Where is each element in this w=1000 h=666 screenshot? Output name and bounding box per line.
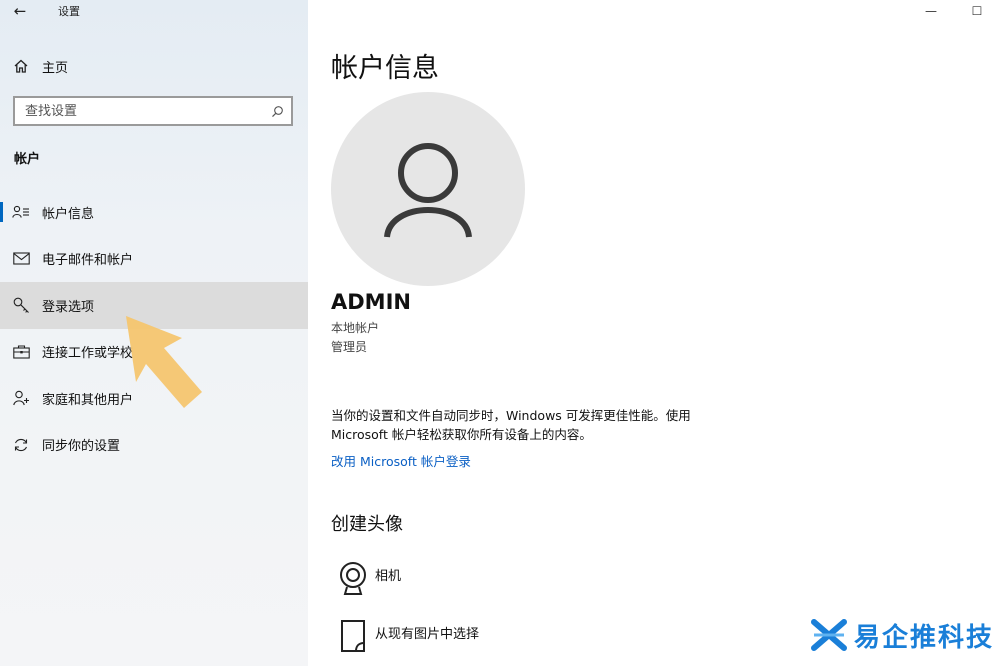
account-info-icon	[0, 205, 42, 219]
search-input[interactable]	[25, 103, 263, 119]
switch-to-microsoft-account-link[interactable]: 改用 Microsoft 帐户登录	[331, 451, 471, 470]
sidebar-item-label: 登录选项	[42, 299, 95, 315]
back-button[interactable]: ←	[0, 0, 40, 22]
create-avatar-title: 创建头像	[331, 514, 403, 535]
sidebar-item-label: 同步你的设置	[42, 439, 121, 455]
search-box[interactable]	[13, 96, 293, 126]
mail-icon	[0, 252, 42, 265]
home-icon	[0, 58, 42, 74]
pointer-arrow-icon	[126, 316, 202, 408]
sidebar-item-account-info[interactable]: 帐户信息	[0, 189, 308, 236]
window-controls: — ☐	[908, 0, 1000, 22]
sidebar-item-email[interactable]: 电子邮件和帐户	[0, 236, 308, 283]
sidebar-item-home[interactable]: 主页	[0, 52, 308, 80]
description-line: Microsoft 帐户轻松获取你所有设备上的内容。	[331, 427, 592, 442]
section-title: 帐户	[14, 152, 41, 167]
page-title: 帐户信息	[331, 53, 439, 84]
user-role: 管理员	[331, 340, 368, 354]
watermark-logo-icon	[811, 619, 847, 651]
minimize-button[interactable]: —	[908, 0, 954, 22]
picture-file-icon	[331, 619, 375, 653]
camera-icon	[331, 561, 375, 597]
sidebar-item-sync[interactable]: 同步你的设置	[0, 422, 308, 469]
watermark-text: 易企推科技	[854, 622, 995, 653]
titlebar-left: ← 设置	[0, 0, 308, 22]
add-user-icon	[0, 390, 42, 406]
maximize-icon: ☐	[971, 4, 983, 18]
sync-description: 当你的设置和文件自动同步时，Windows 可发挥更佳性能。使用 Microso…	[331, 406, 751, 444]
browse-picture-option[interactable]: 从现有图片中选择	[331, 619, 479, 653]
watermark: 易企推科技	[810, 616, 994, 654]
sidebar-item-label: 主页	[42, 60, 69, 76]
main-content: — ☐ 帐户信息 ADMIN 本地帐户 管理员 当你的设置和文件自动同步时，Wi…	[308, 0, 1000, 666]
user-name: ADMIN	[331, 290, 411, 314]
briefcase-icon	[0, 345, 42, 359]
camera-option[interactable]: 相机	[331, 561, 401, 597]
description-line: 当你的设置和文件自动同步时，Windows 可发挥更佳性能。使用	[331, 408, 691, 423]
user-silhouette-icon	[384, 143, 472, 238]
key-icon	[0, 297, 42, 314]
account-type: 本地帐户	[331, 321, 380, 335]
maximize-button[interactable]: ☐	[954, 0, 1000, 22]
sidebar-item-label: 帐户信息	[42, 206, 95, 222]
settings-window: ← 设置 主页 帐户 帐户信息	[0, 0, 1000, 666]
option-label: 相机	[375, 569, 402, 584]
sync-icon	[0, 437, 42, 453]
sidebar-item-label: 电子邮件和帐户	[42, 253, 134, 269]
back-arrow-icon: ←	[13, 2, 27, 20]
app-title: 设置	[58, 5, 80, 18]
avatar	[331, 92, 525, 286]
option-label: 从现有图片中选择	[375, 627, 480, 642]
minimize-icon: —	[925, 4, 937, 18]
search-icon[interactable]	[263, 105, 291, 118]
